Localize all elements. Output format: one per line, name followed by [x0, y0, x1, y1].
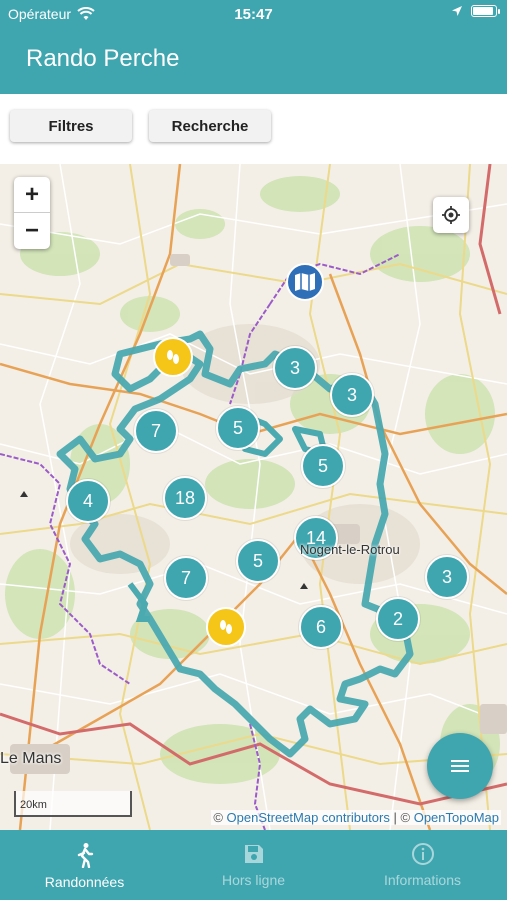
cluster-marker[interactable]: 7	[164, 556, 208, 600]
tab-bar: Randonnées Hors ligne Informations	[0, 830, 507, 900]
status-right	[451, 5, 500, 17]
tab-informations[interactable]: Informations	[338, 830, 507, 900]
town-label-nogent: Nogent-le-Rotrou	[300, 542, 400, 557]
cluster-marker[interactable]: 5	[216, 406, 260, 450]
status-bar: Opérateur 15:47	[0, 0, 507, 28]
osm-attribution-link[interactable]: OpenStreetMap contributors	[227, 810, 390, 825]
cluster-marker[interactable]: 7	[134, 409, 178, 453]
scale-bar: 20km	[14, 791, 132, 817]
opentopomap-attribution-link[interactable]: OpenTopoMap	[414, 810, 499, 825]
search-button[interactable]: Recherche	[149, 110, 271, 142]
cluster-marker[interactable]: 5	[301, 444, 345, 488]
town-label-le-mans: Le Mans	[0, 750, 62, 767]
map-icon	[295, 273, 315, 291]
footprint-marker[interactable]	[153, 337, 193, 377]
locate-button[interactable]	[433, 197, 469, 233]
location-arrow-icon	[452, 6, 462, 16]
app-header: Opérateur 15:47 Rando Perche	[0, 0, 507, 94]
attribution-copyright: ©	[400, 810, 411, 825]
zoom-control: + −	[14, 177, 50, 249]
battery-icon	[471, 5, 500, 17]
cluster-marker[interactable]: 3	[273, 346, 317, 390]
cluster-marker[interactable]: 6	[299, 605, 343, 649]
app-title: Rando Perche	[26, 45, 180, 72]
attribution-separator: |	[393, 810, 397, 825]
cluster-marker[interactable]: 5	[236, 539, 280, 583]
cluster-marker[interactable]: 3	[330, 373, 374, 417]
cluster-marker[interactable]: 2	[376, 597, 420, 641]
map-guide-marker[interactable]	[286, 263, 324, 301]
crosshair-icon	[442, 206, 460, 224]
attribution-copyright: ©	[213, 810, 223, 825]
hiker-icon	[77, 843, 93, 868]
zoom-in-button[interactable]: +	[14, 177, 50, 213]
status-time: 15:47	[234, 6, 273, 23]
map-attribution: © OpenStreetMap contributors | © OpenTop…	[211, 810, 501, 825]
tab-label: Hors ligne	[221, 872, 286, 888]
tab-hors-ligne[interactable]: Hors ligne	[169, 830, 338, 900]
info-icon	[411, 843, 434, 865]
menu-list-icon	[451, 760, 469, 772]
save-icon	[244, 845, 263, 863]
cluster-marker[interactable]: 4	[66, 479, 110, 523]
cluster-marker[interactable]: 3	[425, 555, 469, 599]
footprints-icon	[167, 350, 179, 364]
tab-label: Informations	[383, 872, 462, 888]
zoom-out-button[interactable]: −	[14, 213, 50, 249]
tab-randonnees[interactable]: Randonnées	[0, 830, 169, 900]
filter-bar: Filtres Recherche	[0, 94, 507, 164]
list-view-button[interactable]	[427, 733, 493, 799]
footprint-marker[interactable]	[206, 607, 246, 647]
tab-label: Randonnées	[44, 874, 125, 890]
filters-button[interactable]: Filtres	[10, 110, 132, 142]
cluster-marker[interactable]: 18	[163, 476, 207, 520]
footprints-icon	[220, 620, 232, 634]
map-view[interactable]: + − 3 3 7 5 5 4 18 14 5 7 3 6 2 Le Mans …	[0, 164, 507, 830]
